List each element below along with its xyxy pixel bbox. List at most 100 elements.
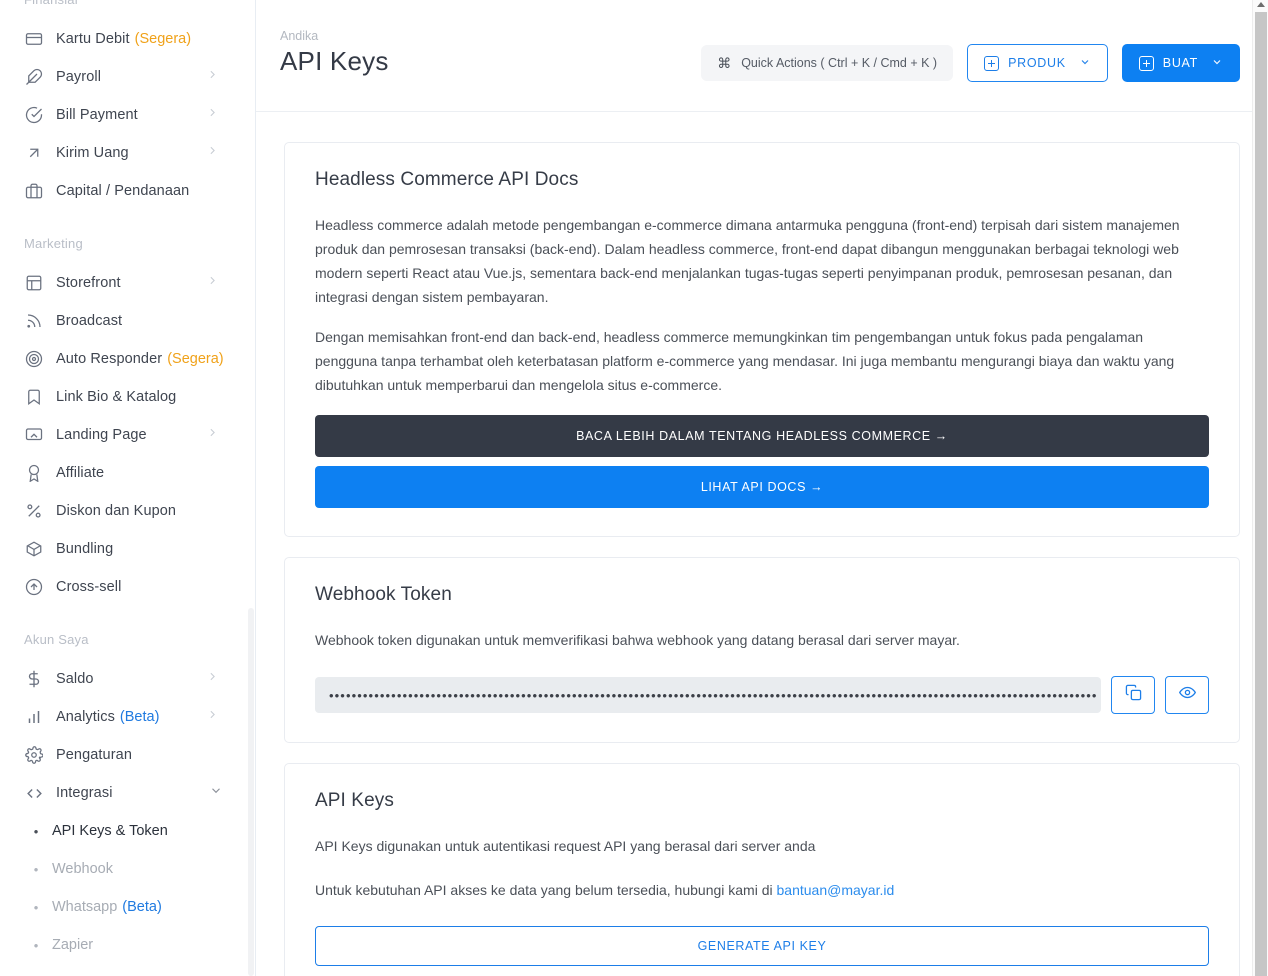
rss-icon (24, 311, 44, 331)
chevron-right-icon (206, 68, 219, 86)
toggle-token-visibility-button[interactable] (1165, 676, 1209, 714)
sidebar-item-label: Link Bio & Katalog (56, 389, 177, 405)
sidebar-item-affiliate[interactable]: Affiliate (0, 454, 255, 492)
buat-button[interactable]: BUAT (1121, 44, 1240, 82)
sidebar-item-broadcast[interactable]: Broadcast (0, 302, 255, 340)
percent-icon (24, 501, 44, 521)
sidebar-item-label: Bill Payment (56, 107, 138, 123)
sidebar-subitem-api-keys-token[interactable]: • API Keys & Token (0, 812, 255, 850)
sidebar-item-payroll[interactable]: Payroll (0, 58, 255, 96)
scroll-up-arrow-icon[interactable] (1257, 2, 1265, 7)
top-bar-actions: ⌘ Quick Actions ( Ctrl + K / Cmd + K ) P… (701, 28, 1240, 82)
view-api-docs-button[interactable]: LIHAT API DOCS → (315, 466, 1209, 508)
sidebar-item-label: Landing Page (56, 427, 147, 443)
sidebar-item-diskon-dan-kupon[interactable]: Diskon dan Kupon (0, 492, 255, 530)
copy-token-button[interactable] (1111, 676, 1155, 714)
sidebar-item-saldo[interactable]: Saldo (0, 660, 255, 698)
sidebar-item-label: Diskon dan Kupon (56, 503, 177, 519)
sidebar-item-kirim-uang[interactable]: Kirim Uang (0, 134, 255, 172)
sidebar-item-label: Kirim Uang (56, 145, 129, 161)
webhook-token-card: Webhook Token Webhook token digunakan un… (284, 557, 1240, 743)
produk-button[interactable]: PRODUK (967, 44, 1108, 82)
api-keys-description-2-prefix: Untuk kebutuhan API akses ke data yang b… (315, 882, 777, 898)
sidebar-subitem-badge: (Beta) (122, 899, 162, 915)
bar-chart-icon (24, 707, 44, 727)
webhook-token-description: Webhook token digunakan untuk memverifik… (315, 632, 960, 648)
sidebar-scrollbar[interactable] (248, 608, 254, 976)
chevron-right-icon (206, 426, 219, 444)
read-more-headless-commerce-button[interactable]: BACA LEBIH DALAM TENTANG HEADLESS COMMER… (315, 415, 1209, 457)
api-keys-title: API Keys (315, 790, 394, 811)
sidebar-item-label: Kartu Debit (56, 31, 130, 47)
headless-commerce-card: Headless Commerce API Docs Headless comm… (284, 142, 1240, 537)
monitor-icon (24, 425, 44, 445)
sidebar-item-analytics[interactable]: Analytics (Beta) (0, 698, 255, 736)
sidebar-item-auto-responder[interactable]: Auto Responder (Segera) (0, 340, 255, 378)
sidebar-item-capital-pendanaan[interactable]: Capital / Pendanaan (0, 172, 255, 210)
gear-icon (24, 745, 44, 765)
sidebar-item-label: Storefront (56, 275, 121, 291)
box-icon (24, 539, 44, 559)
award-icon (24, 463, 44, 483)
bullet-dot-icon: • (33, 823, 39, 839)
sidebar-item-bundling[interactable]: Bundling (0, 530, 255, 568)
sidebar-subitem-label: API Keys & Token (52, 823, 168, 839)
quick-actions-button[interactable]: ⌘ Quick Actions ( Ctrl + K / Cmd + K ) (701, 45, 954, 81)
webhook-token-input[interactable]: ••••••••••••••••••••••••••••••••••••••••… (315, 677, 1101, 713)
content-scroll-area: Headless Commerce API Docs Headless comm… (256, 112, 1268, 976)
main-content: Andika API Keys ⌘ Quick Actions ( Ctrl +… (256, 0, 1268, 976)
nav-group-finansial: Finansial Kartu Debit (Segera) Payroll B… (0, 0, 255, 210)
produk-button-label: PRODUK (1008, 56, 1066, 70)
main-scrollbar-thumb[interactable] (1255, 12, 1267, 976)
sidebar-item-pengaturan[interactable]: Pengaturan (0, 736, 255, 774)
chevron-down-icon (209, 784, 223, 803)
api-keys-description-2: Untuk kebutuhan API akses ke data yang b… (315, 878, 1209, 902)
api-keys-description-1: API Keys digunakan untuk autentikasi req… (315, 838, 816, 854)
main-scrollbar[interactable] (1252, 0, 1268, 976)
briefcase-icon (24, 181, 44, 201)
sidebar-item-label: Integrasi (56, 785, 113, 801)
sidebar-item-cross-sell[interactable]: Cross-sell (0, 568, 255, 606)
sidebar-subitem-partial[interactable]: • (0, 964, 255, 976)
sidebar-item-label: Analytics (56, 709, 115, 725)
nav-section-label-marketing: Marketing (24, 236, 83, 251)
sidebar-subitem-zapier[interactable]: • Zapier (0, 926, 255, 964)
generate-api-key-button[interactable]: GENERATE API KEY (315, 926, 1209, 966)
check-circle-icon (24, 105, 44, 125)
sidebar-item-label: Capital / Pendanaan (56, 183, 190, 199)
webhook-token-row: ••••••••••••••••••••••••••••••••••••••••… (315, 676, 1209, 714)
sidebar-item-badge: (Segera) (167, 351, 224, 367)
sidebar-item-integrasi[interactable]: Integrasi (0, 774, 255, 812)
headless-paragraph-1: Headless commerce adalah metode pengemba… (315, 217, 1180, 305)
copy-icon (1125, 684, 1142, 706)
breadcrumb: Andika (280, 29, 319, 43)
dollar-icon (24, 669, 44, 689)
plus-square-icon (1138, 55, 1154, 71)
support-email-link[interactable]: bantuan@mayar.id (777, 882, 895, 898)
page-title: API Keys (280, 46, 389, 76)
sidebar-item-link-bio-katalog[interactable]: Link Bio & Katalog (0, 378, 255, 416)
command-icon: ⌘ (717, 54, 732, 71)
nav-section-label-akun-saya: Akun Saya (24, 632, 89, 647)
credit-card-icon (24, 29, 44, 49)
eye-icon (1178, 684, 1196, 706)
sidebar-item-label: Cross-sell (56, 579, 122, 595)
sidebar-item-kartu-debit[interactable]: Kartu Debit (Segera) (0, 20, 255, 58)
sidebar-item-label: Payroll (56, 69, 102, 85)
webhook-token-title: Webhook Token (315, 584, 452, 605)
api-keys-card: API Keys API Keys digunakan untuk autent… (284, 763, 1240, 976)
chevron-right-icon (206, 708, 219, 726)
sidebar-subitem-whatsapp[interactable]: • Whatsapp (Beta) (0, 888, 255, 926)
feather-icon (24, 67, 44, 87)
target-icon (24, 349, 44, 369)
chevron-right-icon (206, 106, 219, 124)
nav-section-label-finansial: Finansial (0, 0, 255, 8)
sidebar-subitem-webhook[interactable]: • Webhook (0, 850, 255, 888)
chevron-down-icon (1211, 56, 1223, 71)
code-icon (24, 783, 44, 803)
sidebar-item-storefront[interactable]: Storefront (0, 264, 255, 302)
layout-icon (24, 273, 44, 293)
sidebar-item-bill-payment[interactable]: Bill Payment (0, 96, 255, 134)
sidebar-item-landing-page[interactable]: Landing Page (0, 416, 255, 454)
sidebar-item-label: Affiliate (56, 465, 105, 481)
